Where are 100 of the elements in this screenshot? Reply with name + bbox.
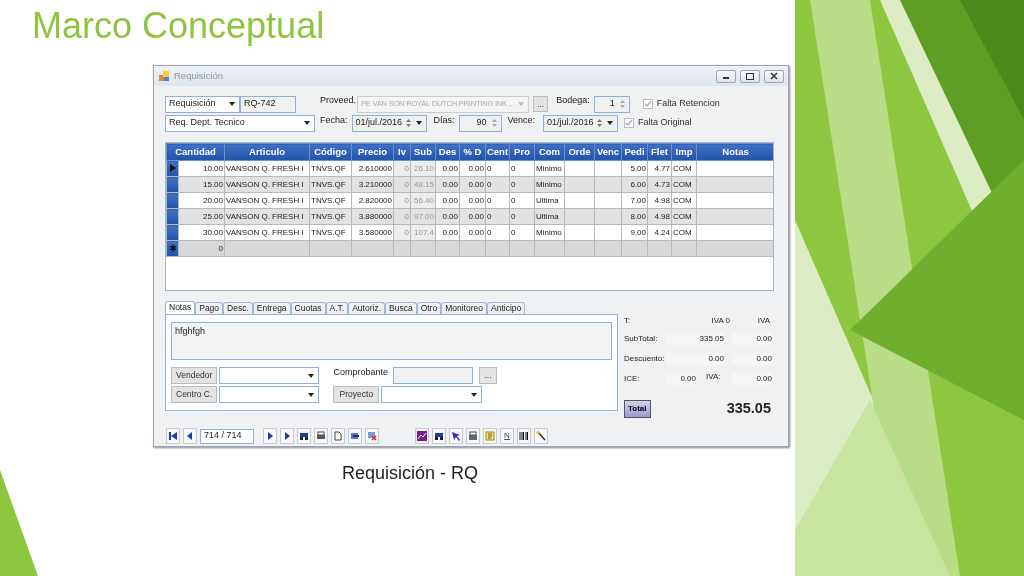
- table-cell: 0.00: [442, 163, 458, 173]
- column-header[interactable]: Com: [534, 143, 565, 161]
- minimize-button[interactable]: [716, 69, 736, 83]
- checkbox-label: Falta Original: [638, 116, 692, 130]
- date-field[interactable]: 01/jul./2016: [351, 114, 427, 132]
- tab[interactable]: Desc.: [223, 302, 253, 314]
- total-button[interactable]: Total: [624, 400, 651, 418]
- due-date-field[interactable]: 01/jul./2016: [543, 114, 619, 132]
- grand-total: 335.05: [726, 399, 771, 419]
- find-button[interactable]: [432, 428, 446, 444]
- print-button[interactable]: [314, 428, 328, 444]
- first-button[interactable]: [166, 428, 180, 444]
- column-header[interactable]: Articulo: [224, 143, 310, 161]
- cursor-button[interactable]: [449, 428, 463, 444]
- browse-button[interactable]: ...: [479, 367, 497, 384]
- column-header[interactable]: Imp: [671, 143, 697, 161]
- project-button[interactable]: Proyecto: [333, 386, 380, 403]
- warehouse-field[interactable]: 1: [593, 95, 630, 113]
- table-cell: 0: [487, 211, 492, 221]
- tab[interactable]: Monitoreo: [441, 302, 487, 314]
- number-field[interactable]: RQ-742: [240, 95, 296, 113]
- notepad-button[interactable]: [483, 428, 497, 444]
- table-cell: 26.10: [414, 163, 434, 173]
- tab[interactable]: Entrega: [252, 302, 291, 314]
- printer-button[interactable]: [466, 428, 480, 444]
- tab[interactable]: Pago: [195, 302, 224, 314]
- tab[interactable]: Cuotas: [290, 302, 326, 314]
- department-dropdown[interactable]: Req. Dept. Tecnico: [165, 114, 315, 132]
- table-cell: TNVS.QF: [311, 211, 346, 221]
- spinner-icon: [490, 117, 498, 129]
- table-cell: 4.24: [654, 227, 670, 237]
- days-field[interactable]: 90: [458, 114, 502, 132]
- column-header[interactable]: Pro: [509, 143, 535, 161]
- column-header[interactable]: Cantidad: [166, 143, 225, 161]
- next-button[interactable]: [263, 428, 277, 444]
- column-header[interactable]: % D: [459, 143, 486, 161]
- record-position-field[interactable]: 714 / 714: [200, 428, 254, 444]
- table-cell: 0.00: [442, 211, 458, 221]
- table-cell: TNVS.QF: [311, 179, 346, 189]
- field-label: Comprobante: [333, 365, 388, 379]
- total-value: 0.00: [732, 373, 772, 385]
- browse-button[interactable]: ...: [533, 96, 549, 112]
- table-cell: 0: [487, 163, 492, 173]
- close-icon: [768, 71, 780, 81]
- slide-caption: Requisición - RQ: [342, 463, 479, 483]
- table-cell: Minimo: [536, 163, 562, 173]
- n-button[interactable]: N: [500, 428, 514, 444]
- tab[interactable]: A.T.: [325, 302, 349, 314]
- previous-button[interactable]: [183, 428, 197, 444]
- table-cell: VANSON Q. FRESH I: [226, 227, 304, 237]
- column-header[interactable]: Pedi: [621, 143, 648, 161]
- type-dropdown[interactable]: Requisición: [165, 95, 240, 113]
- tab[interactable]: Anticipo: [487, 302, 526, 314]
- seller-button[interactable]: Vendedor: [171, 367, 218, 384]
- find-icon: [299, 431, 309, 441]
- column-header[interactable]: Notas: [696, 143, 773, 161]
- last-button[interactable]: [280, 428, 294, 444]
- table-cell: 4.73: [654, 179, 670, 189]
- total-value: 0.00: [732, 333, 772, 345]
- barcode-icon: [519, 431, 529, 441]
- close-button[interactable]: [764, 69, 784, 83]
- column-header[interactable]: Orde: [564, 143, 595, 161]
- delete-button[interactable]: [365, 428, 379, 444]
- table-cell: VANSON Q. FRESH I: [226, 211, 304, 221]
- table-cell: 0.00: [468, 227, 484, 237]
- last-icon: [282, 431, 292, 441]
- column-header[interactable]: Flet: [647, 143, 672, 161]
- column-header[interactable]: Venc: [594, 143, 622, 161]
- table-cell: 97.00: [414, 211, 434, 221]
- column-header[interactable]: Cent: [485, 143, 510, 161]
- maximize-button[interactable]: [740, 69, 760, 83]
- voucher-field[interactable]: [393, 367, 474, 384]
- table-cell: 10.00: [203, 163, 223, 173]
- tab[interactable]: Notas: [165, 301, 196, 314]
- tab[interactable]: Busca: [385, 302, 417, 314]
- notepad-icon: [485, 431, 495, 441]
- table-cell: 0: [511, 179, 516, 189]
- dropdown-arrow-icon: [307, 371, 316, 380]
- edit-button[interactable]: [348, 428, 362, 444]
- total-label: ICE:: [624, 373, 641, 385]
- tab[interactable]: Otro: [416, 302, 442, 314]
- column-header[interactable]: Sub: [410, 143, 436, 161]
- column-header[interactable]: Código: [309, 143, 352, 161]
- column-header[interactable]: Precio: [351, 143, 394, 161]
- find-button[interactable]: [297, 428, 311, 444]
- barcode-button[interactable]: [517, 428, 531, 444]
- table-cell: 4.98: [654, 211, 670, 221]
- wand-button[interactable]: [534, 428, 548, 444]
- cost-center-button[interactable]: Centro C.: [171, 386, 218, 403]
- table-cell: 30.00: [203, 227, 223, 237]
- tab[interactable]: Autoriz.: [348, 302, 385, 314]
- table-cell: COM: [673, 195, 692, 205]
- chart-button[interactable]: [415, 428, 429, 444]
- dropdown-arrow-icon: [303, 119, 311, 127]
- notes-field[interactable]: hfghfgh: [171, 322, 612, 360]
- spinner-icon: [618, 98, 626, 110]
- table-cell: Ultima: [536, 195, 559, 205]
- table-cell: 15.00: [203, 179, 223, 189]
- column-header[interactable]: Des: [435, 143, 460, 161]
- cursor-icon: [451, 431, 461, 441]
